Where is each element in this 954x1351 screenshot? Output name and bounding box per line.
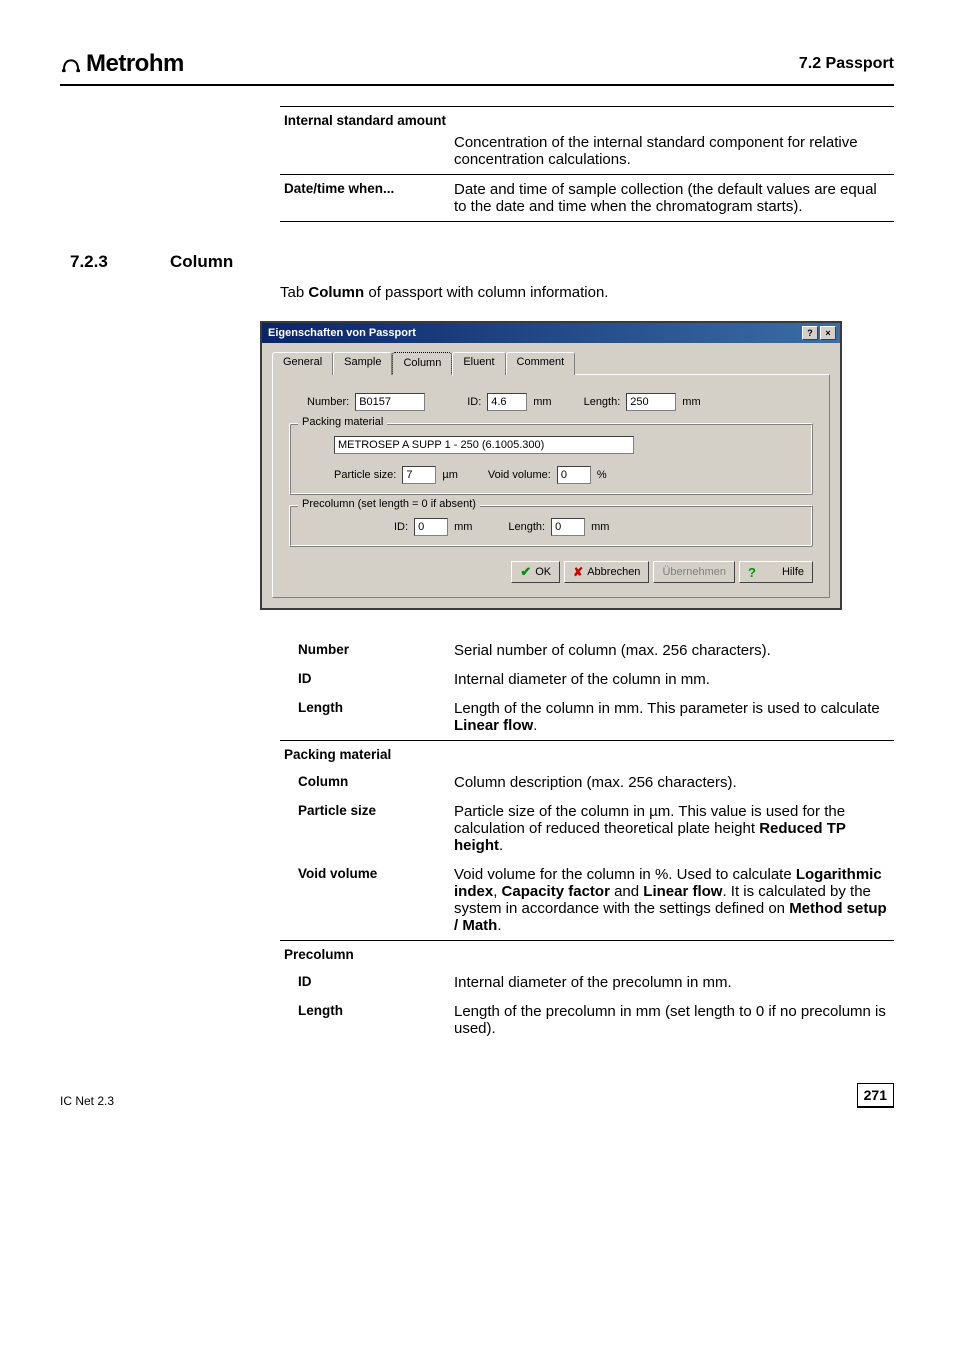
page-footer: IC Net 2.3 271	[60, 1083, 894, 1108]
check-icon: ✔	[520, 564, 531, 580]
input-number[interactable]	[355, 393, 425, 411]
passport-properties-dialog: Eigenschaften von Passport ? × General S…	[260, 321, 842, 610]
fieldset-packing-material: Packing material Particle size: µm Void …	[289, 423, 813, 495]
tab-comment[interactable]: Comment	[506, 352, 576, 375]
unit-id-mm: mm	[533, 396, 551, 408]
label-precol-length: Length:	[508, 521, 545, 533]
term-packing-material: Packing material	[280, 741, 450, 769]
unit-length-mm: mm	[682, 396, 700, 408]
input-packing-text[interactable]	[334, 436, 634, 454]
term-void-volume: Void volume	[280, 860, 450, 941]
label-number: Number:	[307, 396, 349, 408]
cancel-button[interactable]: ✘ Abbrechen	[564, 561, 649, 583]
desc-column: Column description (max. 256 characters)…	[450, 768, 894, 797]
label-length: Length:	[584, 396, 621, 408]
section-title: Column	[170, 252, 233, 272]
input-particle-size[interactable]	[402, 466, 436, 484]
legend-precolumn: Precolumn (set length = 0 if absent)	[298, 498, 480, 510]
unit-void-pct: %	[597, 469, 607, 481]
section-heading: 7.2.3 Column	[60, 252, 894, 272]
desc-number: Serial number of column (max. 256 charac…	[450, 636, 894, 665]
term-number: Number	[280, 636, 450, 665]
input-length[interactable]	[626, 393, 676, 411]
unit-precol-id-mm: mm	[454, 521, 472, 533]
term-id: ID	[280, 665, 450, 694]
dialog-help-button[interactable]: ?	[802, 326, 818, 340]
label-id: ID:	[467, 396, 481, 408]
section-number: 7.2.3	[70, 252, 170, 272]
desc-void-volume: Void volume for the column in %. Used to…	[450, 860, 894, 941]
ok-button[interactable]: ✔ OK	[511, 561, 560, 583]
logo-text: Metrohm	[86, 50, 184, 78]
tab-panel-column: Number: ID: mm Length: mm Packing materi…	[272, 374, 830, 598]
desc-length: Length of the column in mm. This paramet…	[450, 694, 894, 741]
legend-packing-material: Packing material	[298, 416, 387, 428]
definition-table-top: Internal standard amount Concentration o…	[280, 106, 894, 222]
input-precol-length[interactable]	[551, 518, 585, 536]
tab-general[interactable]: General	[272, 352, 333, 375]
term-internal-standard-amount: Internal standard amount	[280, 107, 894, 129]
unit-particle-um: µm	[442, 469, 458, 481]
term-particle-size: Particle size	[280, 797, 450, 860]
desc-particle-size: Particle size of the column in µm. This …	[450, 797, 894, 860]
desc-internal-standard-amount: Concentration of the internal standard c…	[450, 128, 894, 175]
section-reference: 7.2 Passport	[799, 55, 894, 73]
label-particle-size: Particle size:	[334, 469, 396, 481]
label-void-volume: Void volume:	[488, 469, 551, 481]
page-number: 271	[857, 1083, 894, 1108]
desc-precol-length: Length of the precolumn in mm (set lengt…	[450, 997, 894, 1043]
term-column: Column	[280, 768, 450, 797]
unit-precol-length-mm: mm	[591, 521, 609, 533]
page-header: Metrohm 7.2 Passport	[60, 50, 894, 86]
metrohm-logo-icon	[60, 55, 82, 73]
dialog-button-row: ✔ OK ✘ Abbrechen Übernehmen ? Hilfe	[289, 561, 813, 583]
input-id[interactable]	[487, 393, 527, 411]
term-length: Length	[280, 694, 450, 741]
term-precol-id: ID	[280, 968, 450, 997]
term-precol-length: Length	[280, 997, 450, 1043]
tab-eluent[interactable]: Eluent	[452, 352, 505, 375]
label-precol-id: ID:	[394, 521, 408, 533]
x-icon: ✘	[573, 565, 583, 579]
footer-left: IC Net 2.3	[60, 1094, 114, 1108]
tab-sample[interactable]: Sample	[333, 352, 392, 375]
help-button[interactable]: ? Hilfe	[739, 561, 813, 583]
dialog-titlebar: Eigenschaften von Passport ? ×	[262, 323, 840, 343]
question-icon: ?	[748, 565, 756, 580]
input-precol-id[interactable]	[414, 518, 448, 536]
definition-table-main: Number Serial number of column (max. 256…	[280, 636, 894, 1043]
logo: Metrohm	[60, 50, 184, 78]
term-precolumn: Precolumn	[280, 941, 450, 969]
desc-id: Internal diameter of the column in mm.	[450, 665, 894, 694]
dialog-close-button[interactable]: ×	[820, 326, 836, 340]
tab-column[interactable]: Column	[392, 352, 452, 375]
term-date-time-when: Date/time when...	[280, 175, 450, 222]
input-void-volume[interactable]	[557, 466, 591, 484]
apply-button[interactable]: Übernehmen	[653, 561, 735, 583]
dialog-title-text: Eigenschaften von Passport	[268, 327, 416, 339]
desc-date-time-when: Date and time of sample collection (the …	[450, 175, 894, 222]
intro-text: Tab Column of passport with column infor…	[280, 284, 894, 301]
desc-precol-id: Internal diameter of the precolumn in mm…	[450, 968, 894, 997]
dialog-tabs: General Sample Column Eluent Comment	[272, 352, 830, 375]
fieldset-precolumn: Precolumn (set length = 0 if absent) ID:…	[289, 505, 813, 547]
